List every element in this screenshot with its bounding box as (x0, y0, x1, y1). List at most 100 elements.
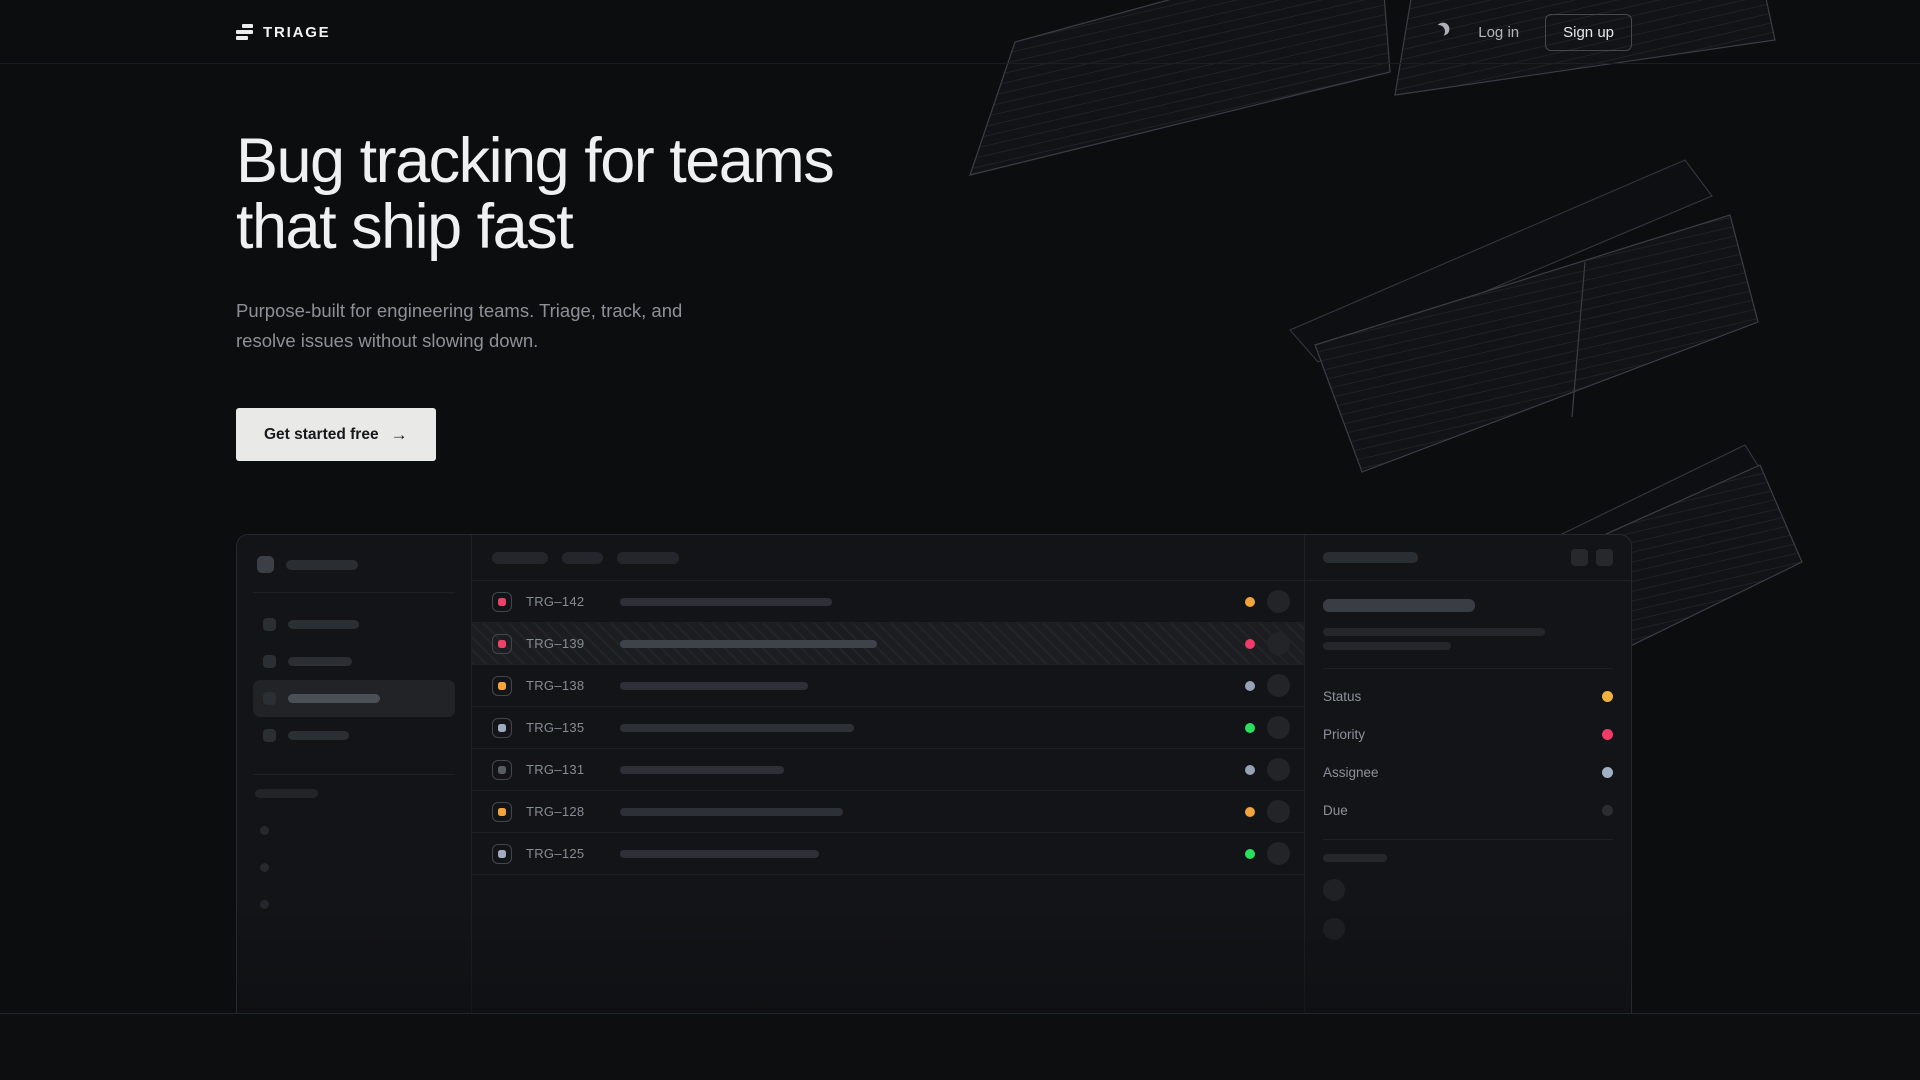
hero-subtext: Purpose-built for engineering teams. Tri… (236, 296, 706, 356)
divider (253, 592, 455, 593)
issue-row[interactable]: TRG–128 (472, 791, 1304, 833)
arrow-right-icon: → (391, 425, 408, 445)
panel-actions (1571, 549, 1613, 566)
workspace-icon (257, 556, 274, 573)
skeleton-pill (286, 560, 358, 570)
workspace-switcher[interactable] (253, 550, 455, 579)
sidebar-item-icon (263, 655, 276, 668)
filter-tab-skeleton[interactable] (492, 552, 548, 564)
divider (253, 774, 455, 775)
skeleton-pill (1323, 642, 1451, 650)
property-rows: Status Priority Assignee Due (1323, 677, 1613, 829)
issue-title-skeleton (620, 724, 854, 732)
skeleton-pill (288, 694, 380, 703)
issue-status-dot (1245, 807, 1255, 817)
hero-heading-line2: that ship fast (236, 192, 572, 262)
issue-id: TRG–142 (526, 594, 592, 609)
avatar (1267, 674, 1290, 697)
detail-panel: Status Priority Assignee Due (1305, 535, 1631, 1023)
issue-title-skeleton (620, 850, 819, 858)
top-nav: TRIAGE Log in Sign up (0, 0, 1920, 64)
skeleton-pill (288, 620, 359, 629)
property-row-priority[interactable]: Priority (1323, 715, 1613, 753)
avatar (1267, 842, 1290, 865)
brand-logo[interactable]: TRIAGE (236, 24, 330, 41)
panel-action-button[interactable] (1596, 549, 1613, 566)
issue-status-icon (492, 634, 512, 654)
sidebar-dot (260, 863, 269, 872)
theme-toggle-button[interactable] (1430, 21, 1452, 43)
detail-panel-header (1305, 535, 1631, 581)
filter-tab-skeleton[interactable] (562, 552, 603, 564)
avatar (1267, 800, 1290, 823)
property-label: Due (1323, 803, 1348, 818)
property-row-due[interactable]: Due (1323, 791, 1613, 829)
get-started-button[interactable]: Get started free → (236, 408, 436, 461)
issue-row[interactable]: TRG–125 (472, 833, 1304, 875)
property-value-dot (1602, 805, 1613, 816)
issue-list-header (472, 535, 1304, 581)
sidebar-dot (260, 900, 269, 909)
issue-rows: TRG–142 TRG–139 TRG–138 TRG–135 TRG–131 TRG–1… (472, 581, 1304, 875)
filter-tab-skeleton[interactable] (617, 552, 679, 564)
app-mockup: TRG–142 TRG–139 TRG–138 TRG–135 TRG–131 TRG–1… (236, 534, 1632, 1023)
issue-status-icon (492, 844, 512, 864)
moon-icon (1431, 24, 1446, 39)
property-value-dot (1602, 729, 1613, 740)
issue-row[interactable]: TRG–139 (472, 623, 1304, 665)
detail-panel-body: Status Priority Assignee Due (1305, 581, 1631, 940)
issue-status-icon (492, 760, 512, 780)
skeleton-pill (288, 657, 352, 666)
issue-row[interactable]: TRG–142 (472, 581, 1304, 623)
issue-title-skeleton (620, 682, 808, 690)
footer (0, 1013, 1920, 1080)
sidebar-dot (260, 826, 269, 835)
skeleton-pill (1323, 599, 1475, 612)
sidebar-item[interactable] (253, 643, 455, 680)
property-label: Priority (1323, 727, 1365, 742)
issue-status-icon (492, 676, 512, 696)
avatar (1267, 716, 1290, 739)
avatar (1267, 590, 1290, 613)
issue-id: TRG–131 (526, 762, 592, 777)
issue-list: TRG–142 TRG–139 TRG–138 TRG–135 TRG–131 TRG–1… (472, 535, 1305, 1023)
property-label: Status (1323, 689, 1361, 704)
issue-status-icon (492, 718, 512, 738)
issue-row[interactable]: TRG–138 (472, 665, 1304, 707)
issue-status-dot (1245, 639, 1255, 649)
sidebar-item-active[interactable] (253, 680, 455, 717)
issue-title-skeleton (620, 808, 843, 816)
skeleton-pill (255, 789, 318, 798)
issue-title-skeleton (620, 766, 784, 774)
property-value-dot (1602, 691, 1613, 702)
brand-name: TRIAGE (263, 24, 330, 41)
issue-status-dot (1245, 597, 1255, 607)
issue-status-dot (1245, 849, 1255, 859)
issue-row[interactable]: TRG–135 (472, 707, 1304, 749)
panel-action-button[interactable] (1571, 549, 1588, 566)
avatar (1323, 918, 1345, 940)
property-row-assignee[interactable]: Assignee (1323, 753, 1613, 791)
issue-title-skeleton (620, 640, 877, 648)
issue-title-skeleton (620, 598, 832, 606)
property-row-status[interactable]: Status (1323, 677, 1613, 715)
nav-actions: Log in Sign up (1430, 14, 1632, 51)
sidebar-item-icon (263, 729, 276, 742)
sidebar-item[interactable] (253, 606, 455, 643)
divider (1323, 668, 1613, 669)
hero-heading: Bug tracking for teams that ship fast (236, 128, 1632, 260)
signup-button[interactable]: Sign up (1545, 14, 1632, 51)
issue-status-icon (492, 592, 512, 612)
issue-status-dot (1245, 765, 1255, 775)
divider (1323, 839, 1613, 840)
issue-id: TRG–125 (526, 846, 592, 861)
login-button[interactable]: Log in (1478, 24, 1519, 41)
issue-row[interactable]: TRG–131 (472, 749, 1304, 791)
sidebar-item[interactable] (253, 717, 455, 754)
avatar (1267, 632, 1290, 655)
issue-id: TRG–139 (526, 636, 592, 651)
issue-id: TRG–138 (526, 678, 592, 693)
skeleton-pill (288, 731, 349, 740)
property-value-dot (1602, 767, 1613, 778)
get-started-label: Get started free (264, 426, 379, 444)
